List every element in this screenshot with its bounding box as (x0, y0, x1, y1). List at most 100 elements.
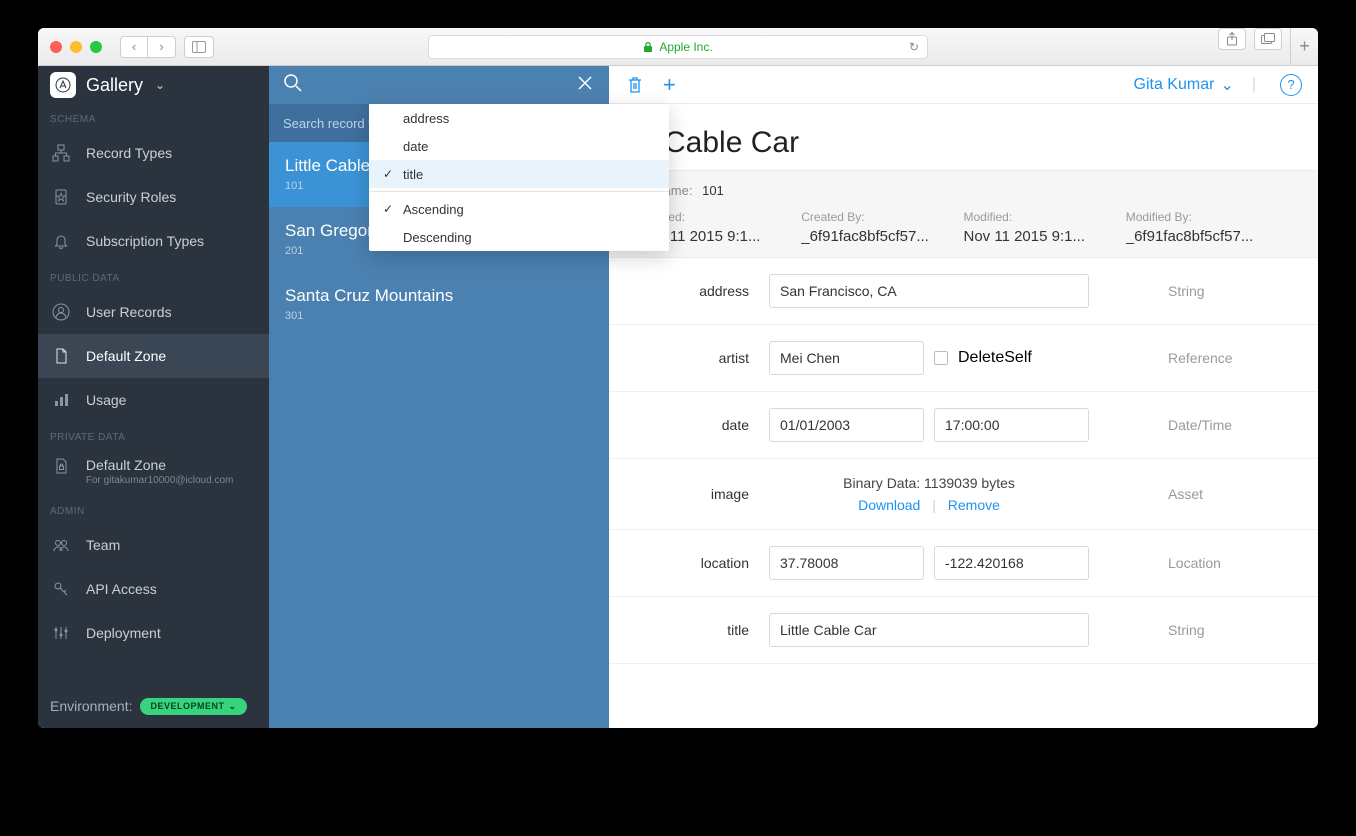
field-type: Date/Time (1168, 417, 1288, 433)
sidebar-item-label: Team (86, 537, 120, 553)
created-by-value: _6f91fac8bf5cf57... (801, 228, 963, 245)
sidebar-item-label: Deployment (86, 625, 161, 641)
tabs-button[interactable] (1254, 28, 1282, 50)
dropdown-item-ascending[interactable]: ✓Ascending (369, 195, 669, 223)
app-selector[interactable]: Gallery ⌄ (38, 66, 269, 104)
hierarchy-icon (50, 144, 72, 162)
sidebar-item-deployment[interactable]: Deployment (38, 611, 269, 655)
field-type: Asset (1168, 486, 1288, 502)
field-type: String (1168, 283, 1288, 299)
help-button[interactable]: ? (1280, 74, 1302, 96)
add-button[interactable]: + (663, 72, 676, 98)
delete-self-label: DeleteSelf (958, 349, 1032, 367)
window-titlebar: ‹ › Apple Inc. ↻ + (38, 28, 1318, 66)
field-address: address String (609, 258, 1318, 325)
env-value: DEVELOPMENT (150, 701, 224, 711)
app-store-icon (55, 77, 71, 93)
app-window: ‹ › Apple Inc. ↻ + G (38, 28, 1318, 728)
record-list-toolbar (269, 66, 609, 104)
field-type: String (1168, 622, 1288, 638)
dropdown-item-title[interactable]: ✓title (369, 160, 669, 188)
env-pill[interactable]: DEVELOPMENT ⌄ (140, 698, 246, 715)
binary-info: Binary Data: 1139039 bytes (843, 475, 1015, 491)
time-input[interactable] (934, 408, 1089, 442)
dropdown-item-descending[interactable]: Descending (369, 223, 669, 251)
modified-by-value: _6f91fac8bf5cf57... (1126, 228, 1288, 245)
record-id: 301 (285, 310, 593, 322)
sidebar-item-api-access[interactable]: API Access (38, 567, 269, 611)
sidebar-item-usage[interactable]: Usage (38, 378, 269, 422)
detail-panel: + Gita Kumar ⌄ | ? e Cable Car rd Name: … (609, 66, 1318, 728)
title-input[interactable] (769, 613, 1089, 647)
artist-input[interactable] (769, 341, 924, 375)
lock-icon (643, 41, 653, 53)
zoom-window-button[interactable] (90, 41, 102, 53)
account-menu[interactable]: Gita Kumar ⌄ (1134, 75, 1234, 95)
record-list-panel: Search record t Little Cable Car 101 San… (269, 66, 609, 728)
search-icon[interactable] (283, 73, 303, 98)
record-meta: rd Name: 101 Created: Nov 11 2015 9:1...… (609, 170, 1318, 258)
forward-button[interactable]: › (148, 36, 176, 58)
new-tab-button[interactable]: + (1290, 28, 1318, 66)
check-icon: ✓ (383, 167, 393, 181)
remove-link[interactable]: Remove (948, 497, 1000, 513)
download-link[interactable]: Download (858, 497, 920, 513)
created-by-label: Created By: (801, 210, 963, 224)
sidebar-item-team[interactable]: Team (38, 523, 269, 567)
record-title: Santa Cruz Mountains (285, 286, 593, 306)
fields-list: address String artist DeleteSelf Referen… (609, 258, 1318, 728)
field-type: Location (1168, 555, 1288, 571)
lon-input[interactable] (934, 546, 1089, 580)
dropdown-item-date[interactable]: date (369, 132, 669, 160)
chevron-down-icon: ⌄ (1220, 75, 1233, 95)
sidebar-item-security-roles[interactable]: Security Roles (38, 175, 269, 219)
record-name-value: 101 (702, 183, 724, 198)
close-window-button[interactable] (50, 41, 62, 53)
sidebar-item-private-zone[interactable]: Default Zone For gitakumar10000@icloud.c… (38, 449, 269, 496)
chart-icon (50, 391, 72, 409)
address-text: Apple Inc. (659, 40, 712, 54)
field-title: title String (609, 597, 1318, 664)
tabs-icon (1261, 33, 1275, 45)
share-button[interactable] (1218, 28, 1246, 50)
field-label: date (639, 417, 769, 433)
address-bar[interactable]: Apple Inc. ↻ (428, 35, 928, 59)
field-type: Reference (1168, 350, 1288, 366)
minimize-window-button[interactable] (70, 41, 82, 53)
sidebar-item-label: Usage (86, 392, 126, 408)
nav-buttons: ‹ › (120, 36, 176, 58)
sidebar-item-default-zone[interactable]: Default Zone (38, 334, 269, 378)
sidebar-toggle-button[interactable] (184, 36, 214, 58)
traffic-lights (50, 41, 102, 53)
dropdown-separator (369, 191, 669, 192)
section-public: PUBLIC DATA (38, 263, 269, 290)
chevron-down-icon: ⌄ (155, 78, 165, 92)
sidebar-item-label: Record Types (86, 145, 172, 161)
sidebar-item-label: Security Roles (86, 189, 176, 205)
back-button[interactable]: ‹ (120, 36, 148, 58)
sidebar-item-subscription-types[interactable]: Subscription Types (38, 219, 269, 263)
delete-button[interactable] (625, 75, 645, 95)
field-label: artist (639, 350, 769, 366)
record-item[interactable]: Santa Cruz Mountains 301 (269, 272, 609, 337)
lat-input[interactable] (769, 546, 924, 580)
reload-icon[interactable]: ↻ (909, 40, 919, 54)
date-input[interactable] (769, 408, 924, 442)
user-name: Gita Kumar (1134, 76, 1215, 94)
sidebar-item-label: API Access (86, 581, 157, 597)
sidebar-item-user-records[interactable]: User Records (38, 290, 269, 334)
sidebar-item-label: Subscription Types (86, 233, 204, 249)
address-input[interactable] (769, 274, 1089, 308)
delete-self-checkbox[interactable] (934, 351, 948, 365)
close-icon[interactable] (575, 73, 595, 98)
dropdown-item-address[interactable]: address (369, 104, 669, 132)
sidebar-icon (192, 41, 206, 53)
team-icon (50, 536, 72, 554)
field-label: location (639, 555, 769, 571)
sidebar-item-sub: For gitakumar10000@icloud.com (86, 475, 233, 486)
bell-icon (50, 232, 72, 250)
key-icon (50, 580, 72, 598)
sidebar-item-record-types[interactable]: Record Types (38, 131, 269, 175)
record-title: e Cable Car (639, 126, 1288, 160)
chevron-down-icon: ⌄ (229, 701, 237, 712)
